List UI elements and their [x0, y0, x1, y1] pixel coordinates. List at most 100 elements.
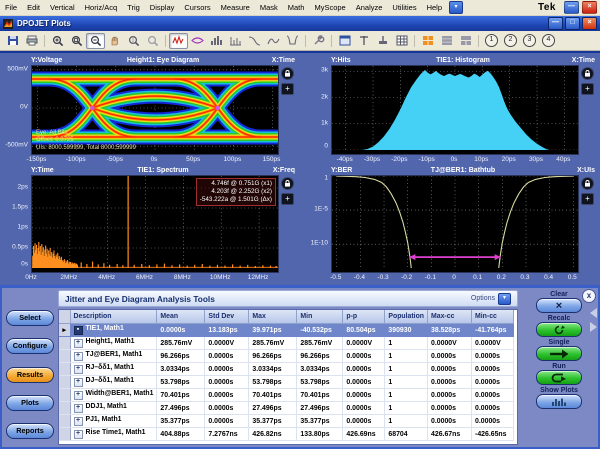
phase-noise-plot-button[interactable]	[245, 33, 264, 49]
menu-item-horizacq[interactable]: Horiz/Acq	[80, 1, 123, 14]
bathtub-plot-button[interactable]	[283, 33, 302, 49]
summary-window-button[interactable]	[335, 33, 354, 49]
measurement-description-cell[interactable]: +DDJ1, Math1	[70, 402, 157, 415]
zoom-off-button[interactable]	[143, 33, 162, 49]
select-button[interactable]: Select	[6, 310, 54, 326]
cursors-toggle-button[interactable]	[354, 33, 373, 49]
reports-button[interactable]: Reports	[6, 423, 54, 439]
menu-item-display[interactable]: Display	[145, 1, 180, 14]
panel-collapse-left-arrow[interactable]	[590, 308, 597, 318]
single-button[interactable]	[536, 346, 582, 361]
run-button[interactable]	[536, 370, 582, 385]
view-1-button[interactable]: 1	[482, 33, 501, 49]
plots-minimize-button[interactable]: —	[548, 17, 563, 30]
table-row[interactable]: +Height1, Math1285.76mV0.0000V285.76mV28…	[59, 337, 514, 350]
configure-tool-button[interactable]	[309, 33, 328, 49]
column-header-stddev[interactable]: Std Dev	[205, 310, 249, 324]
measurement-description-cell[interactable]: +RJ–δδ1, Math1	[70, 363, 157, 376]
panel-expand-right-arrow[interactable]	[590, 322, 597, 332]
options-dropdown-button[interactable]: ▾	[498, 293, 511, 305]
zoom-box-button[interactable]	[67, 33, 86, 49]
spec-lock-button[interactable]	[281, 177, 294, 190]
table-row[interactable]: +RJ–δδ1, Math13.0334ps0.0000s3.0334ps3.0…	[59, 363, 514, 376]
expand-row-icon[interactable]: +	[74, 404, 83, 413]
print-button[interactable]	[22, 33, 41, 49]
expand-row-icon[interactable]: +	[74, 339, 83, 348]
expand-row-icon[interactable]: +	[74, 352, 83, 361]
plots-close-button[interactable]: ×	[582, 17, 597, 30]
clear-button[interactable]: ×	[536, 298, 582, 313]
table-row[interactable]: +PJ1, Math135.377ps0.0000s35.377ps35.377…	[59, 415, 514, 428]
menu-item-file[interactable]: File	[0, 1, 22, 14]
recalc-button[interactable]	[536, 322, 582, 337]
measurement-description-cell[interactable]: +Height1, Math1	[70, 337, 157, 350]
eye-add-cursor-button[interactable]: +	[281, 83, 294, 95]
table-row[interactable]: +DJ–δδ1, Math153.798ps0.0000s53.798ps53.…	[59, 376, 514, 389]
column-header-pp[interactable]: p-p	[343, 310, 385, 324]
results-button[interactable]: Results	[6, 367, 54, 383]
table-row[interactable]: +Rise Time1, Math1404.88ps7.2767ns426.82…	[59, 428, 514, 441]
zoom-cursor-button[interactable]	[124, 33, 143, 49]
column-header-description[interactable]: Description	[70, 310, 157, 324]
plots-restore-button[interactable]: □	[565, 17, 580, 30]
eye-lock-button[interactable]	[281, 67, 294, 80]
grid-toggle-button[interactable]	[392, 33, 411, 49]
expand-row-icon[interactable]: ▪	[74, 326, 83, 335]
eye-plot-button[interactable]	[188, 33, 207, 49]
spec-add-cursor-button[interactable]: +	[281, 193, 294, 205]
hist-lock-button[interactable]	[581, 67, 594, 80]
annotation-button[interactable]	[373, 33, 392, 49]
menu-item-edit[interactable]: Edit	[22, 1, 45, 14]
expand-row-icon[interactable]: +	[74, 378, 83, 387]
expand-row-icon[interactable]: +	[74, 430, 83, 439]
measurement-description-cell[interactable]: +Rise Time1, Math1	[70, 428, 157, 441]
layout-rows-button[interactable]	[437, 33, 456, 49]
hist-plot-canvas[interactable]	[331, 65, 579, 155]
spectrum-plot-button[interactable]	[226, 33, 245, 49]
menu-item-trig[interactable]: Trig	[122, 1, 145, 14]
menu-item-math[interactable]: Math	[283, 1, 310, 14]
show-plots-button[interactable]	[536, 394, 582, 409]
menu-item-cursors[interactable]: Cursors	[179, 1, 215, 14]
app-minimize-button[interactable]: —	[564, 1, 579, 14]
measurement-description-cell[interactable]: ▪TIE1, Math1	[70, 324, 157, 337]
menu-item-vertical[interactable]: Vertical	[45, 1, 80, 14]
menu-item-help[interactable]: Help	[422, 1, 447, 14]
column-header-mincc[interactable]: Min-cc	[472, 310, 514, 324]
table-row[interactable]: +TJ@BER1, Math196.266ps0.0000s96.266ps96…	[59, 350, 514, 363]
pan-hand-button[interactable]	[105, 33, 124, 49]
layout-grid-button[interactable]	[418, 33, 437, 49]
table-row[interactable]: ▸▪TIE1, Math10.0000s13.183ps39.971ps-40.…	[59, 324, 514, 337]
view-3-button[interactable]: 3	[520, 33, 539, 49]
save-button[interactable]	[3, 33, 22, 49]
measurement-description-cell[interactable]: +Width@BER1, Math1	[70, 389, 157, 402]
menu-overflow-button[interactable]: ▾	[449, 1, 463, 14]
zoom-in-button[interactable]	[48, 33, 67, 49]
layout-split-button[interactable]	[456, 33, 475, 49]
menu-item-myscope[interactable]: MyScope	[309, 1, 350, 14]
expand-row-icon[interactable]: +	[74, 365, 83, 374]
measurement-description-cell[interactable]: +TJ@BER1, Math1	[70, 350, 157, 363]
hist-add-cursor-button[interactable]: +	[581, 83, 594, 95]
column-header-mean[interactable]: Mean	[157, 310, 205, 324]
measurement-description-cell[interactable]: +PJ1, Math1	[70, 415, 157, 428]
transfer-plot-button[interactable]	[264, 33, 283, 49]
table-row[interactable]: +Width@BER1, Math170.401ps0.0000s70.401p…	[59, 389, 514, 402]
expand-row-icon[interactable]: +	[74, 417, 83, 426]
configure-button[interactable]: Configure	[6, 338, 54, 354]
expand-row-icon[interactable]: +	[74, 391, 83, 400]
column-header-maxcc[interactable]: Max-cc	[428, 310, 472, 324]
view-2-button[interactable]: 2	[501, 33, 520, 49]
plots-button[interactable]: Plots	[6, 395, 54, 411]
menu-item-mask[interactable]: Mask	[255, 1, 283, 14]
tub-plot-canvas[interactable]	[331, 175, 579, 273]
column-header-max[interactable]: Max	[249, 310, 297, 324]
time-trend-plot-button[interactable]	[169, 33, 188, 49]
tub-add-cursor-button[interactable]: +	[581, 193, 594, 205]
column-header-min[interactable]: Min	[297, 310, 343, 324]
column-header-population[interactable]: Population	[385, 310, 428, 324]
panel-close-button[interactable]: x	[582, 289, 596, 303]
app-close-button[interactable]: ×	[582, 1, 597, 14]
view-4-button[interactable]: 4	[539, 33, 558, 49]
spec-plot-canvas[interactable]: 4.746f @ 0.751G (x1)4.203f @ 2.252G (x2)…	[31, 175, 279, 273]
